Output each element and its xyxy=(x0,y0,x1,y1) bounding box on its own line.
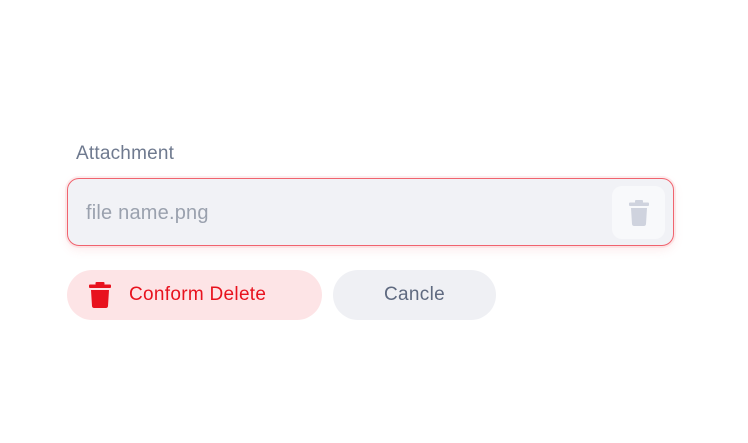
remove-file-button[interactable] xyxy=(612,186,665,239)
cancel-button[interactable]: Cancle xyxy=(333,270,496,320)
attachment-delete-panel: Attachment file name.png Conform Delete … xyxy=(0,0,748,443)
trash-icon xyxy=(89,282,111,308)
attachment-label: Attachment xyxy=(76,143,175,164)
confirm-delete-button[interactable]: Conform Delete xyxy=(67,270,322,320)
trash-icon xyxy=(628,199,649,226)
file-name-text: file name.png xyxy=(86,202,209,224)
confirm-delete-label: Conform Delete xyxy=(129,284,267,305)
attachment-file-field[interactable]: file name.png xyxy=(67,178,674,246)
cancel-label: Cancle xyxy=(384,284,445,305)
